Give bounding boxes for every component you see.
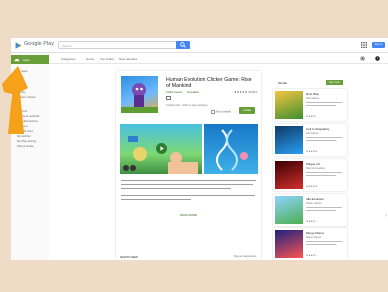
similar-app-desc-line xyxy=(306,105,336,106)
help-icon[interactable]: ? xyxy=(375,56,380,61)
screenshot-2[interactable] xyxy=(204,124,258,174)
subnav-new-releases[interactable]: New releases xyxy=(119,57,137,61)
similar-app-developer: Lab Games xyxy=(306,132,319,135)
similar-app-developer: Ndemic Creations xyxy=(306,167,325,170)
similar-app-stars: ★★★★☆ xyxy=(306,254,318,257)
rating-stars-glyphs: ★★★★★ xyxy=(234,90,248,94)
screenshot-2-art xyxy=(216,129,248,171)
similar-app-desc-line xyxy=(306,207,342,208)
similar-heading: Similar xyxy=(278,81,288,85)
similar-app-developer: Space Games xyxy=(306,236,322,239)
developer-link[interactable]: Kolibri Games xyxy=(166,91,182,94)
apps-grid-icon[interactable] xyxy=(361,42,367,48)
search-button[interactable] xyxy=(176,41,190,49)
description-line xyxy=(121,188,231,190)
description-line xyxy=(121,199,191,201)
subnav-top-charts[interactable]: Top charts xyxy=(100,57,114,61)
similar-app-card[interactable]: Cell to Singularity Lab Games ★★★★★ xyxy=(273,124,347,156)
orange-arrow-icon xyxy=(2,66,28,134)
similar-app-desc-line xyxy=(306,244,336,245)
sidebar-item-parent-guide[interactable]: Parent Guide xyxy=(17,144,33,148)
rating-stars: ★★★★★ 65,817 xyxy=(234,90,257,94)
app-title: Human Evolution Clicker Game: Rise of Ma… xyxy=(166,77,252,90)
rating-count: 65,817 xyxy=(248,90,258,94)
subnav-categories[interactable]: Categories xyxy=(61,57,76,61)
scroll-right-arrow-icon[interactable]: › xyxy=(385,213,387,219)
browser-window: Google Play Search Sign in Categories Ho… xyxy=(11,38,388,260)
category-link[interactable]: Simulation xyxy=(187,91,199,94)
play-icon[interactable] xyxy=(156,143,167,154)
contains-ads-text: Contains Ads · Offers in-app purchases xyxy=(166,104,208,107)
search-icon xyxy=(180,42,186,48)
app-icon-art xyxy=(121,83,158,113)
search-input[interactable]: Search xyxy=(58,41,190,49)
similar-app-thumbnail xyxy=(275,230,303,258)
gear-icon[interactable] xyxy=(360,56,365,61)
similar-app-card[interactable]: Merge Planet Space Games ★★★★☆ xyxy=(273,228,347,260)
content-rating-badge xyxy=(166,96,171,100)
similar-app-card[interactable]: Idle Evolution Clicker Games ★★★★☆ xyxy=(273,194,347,226)
similar-app-stars: ★★★★★ xyxy=(306,185,318,188)
similar-app-stars: ★★★★★ xyxy=(306,150,318,153)
similar-app-thumbnail xyxy=(275,91,303,119)
see-more-button[interactable]: See more xyxy=(326,80,343,85)
similar-app-thumbnail xyxy=(275,126,303,154)
install-button[interactable]: Install xyxy=(239,107,255,114)
description-line xyxy=(121,195,255,197)
similar-app-thumbnail xyxy=(275,161,303,189)
subnav-home[interactable]: Home xyxy=(86,57,94,61)
flag-link[interactable]: Flag as inappropriate xyxy=(234,255,256,258)
similar-app-name: Cell to Singularity xyxy=(306,127,330,131)
similar-app-stars: ★★★★☆ xyxy=(306,115,318,118)
similar-app-name: Dino Rise xyxy=(306,92,320,96)
similar-app-name: Merge Planet xyxy=(306,231,324,235)
similar-app-desc-line xyxy=(306,175,336,176)
similar-app-card[interactable]: Plague Inc. Ndemic Creations ★★★★★ xyxy=(273,159,347,191)
app-details-card: Human Evolution Clicker Game: Rise of Ma… xyxy=(116,71,261,260)
similar-app-desc-line xyxy=(306,137,342,138)
read-more-link[interactable]: READ MORE xyxy=(116,213,261,217)
similar-app-desc-line xyxy=(306,210,336,211)
description-line xyxy=(121,184,253,186)
similar-app-stars: ★★★★☆ xyxy=(306,220,318,223)
wishlist-label: Add to wishlist xyxy=(215,110,231,114)
wishlist-icon xyxy=(211,110,215,114)
similar-app-name: Idle Evolution xyxy=(306,197,325,201)
wishlist-button[interactable]: Add to wishlist xyxy=(211,110,231,114)
app-icon xyxy=(121,76,158,113)
similar-app-desc-line xyxy=(306,172,342,173)
similar-app-desc-line xyxy=(306,140,336,141)
similar-app-developer: Clicker Games xyxy=(306,202,322,205)
description-line xyxy=(121,180,256,182)
similar-app-desc-line xyxy=(306,241,342,242)
sidebar-item-play-activity[interactable]: My Play activity xyxy=(17,139,36,143)
similar-app-developer: Dino Games xyxy=(306,97,320,100)
similar-app-card[interactable]: Dino Rise Dino Games ★★★★☆ xyxy=(273,89,347,121)
sub-navigation: Categories Home Top charts New releases … xyxy=(11,53,388,64)
whats-new-heading: WHAT'S NEW xyxy=(120,255,138,259)
similar-app-thumbnail xyxy=(275,196,303,224)
similar-app-name: Plague Inc. xyxy=(306,162,322,166)
search-placeholder: Search xyxy=(62,43,72,48)
sign-in-button[interactable]: Sign in xyxy=(372,42,385,48)
similar-app-desc-line xyxy=(306,102,342,103)
screenshot-video[interactable] xyxy=(120,124,202,174)
top-bar: Google Play Search Sign in xyxy=(11,38,388,53)
